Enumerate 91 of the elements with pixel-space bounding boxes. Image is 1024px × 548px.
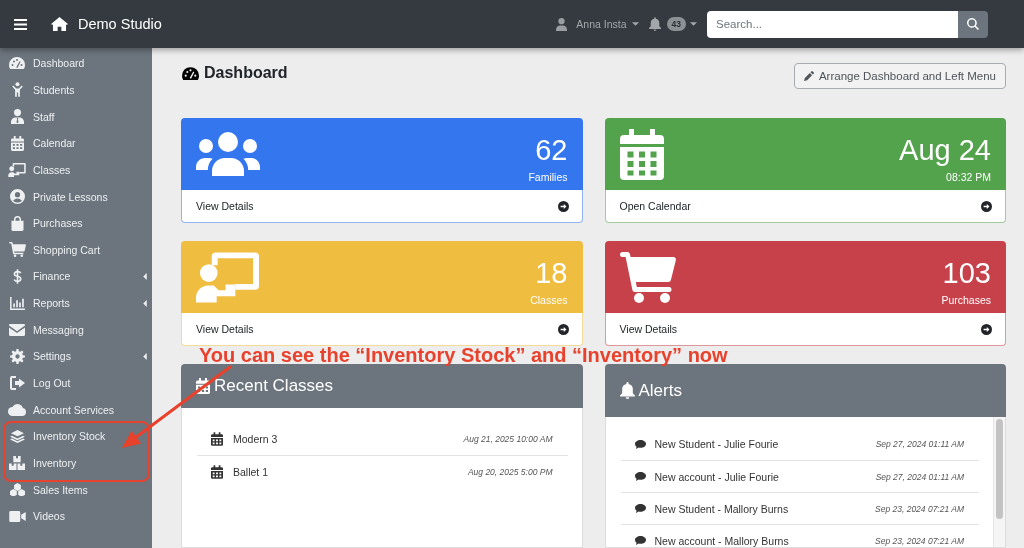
sidebar-item[interactable]: Account Services [0, 396, 117, 423]
user-menu-link[interactable]: Anna Insta [576, 18, 639, 30]
layers-icon [9, 429, 25, 443]
cloud-icon [8, 403, 26, 416]
sidebar-item[interactable]: Private Lessons [0, 183, 110, 210]
card-footer-link[interactable]: View Details [604, 313, 1006, 346]
stat-value: Aug 24 [899, 133, 991, 167]
caret-icon [631, 22, 639, 26]
calendar-icon [196, 378, 210, 394]
dollar-icon [12, 268, 22, 284]
sidebar-item[interactable]: Videos [0, 502, 67, 530]
stat-label: Families [528, 171, 568, 184]
card-footer-link[interactable]: View Details [181, 190, 583, 223]
calendar-icon [10, 135, 24, 151]
card-footer-link[interactable]: Open Calendar [604, 190, 1006, 223]
bar-chart-icon [9, 296, 25, 310]
card-footer-link[interactable]: View Details [181, 313, 583, 346]
class-name: Ballet 1 [233, 466, 269, 478]
teacher-board-icon [8, 162, 26, 177]
envelope-icon [9, 323, 25, 336]
hexagons-icon [9, 482, 25, 497]
comment-icon [634, 536, 646, 545]
cart-icon [619, 251, 676, 303]
sidebar-item[interactable]: Staff [0, 103, 57, 130]
alert-text: New Student - Mallory Burns [654, 502, 789, 515]
sign-out-icon [9, 376, 25, 390]
stat-value: 62 [535, 133, 568, 167]
comment-icon [634, 472, 646, 481]
page-title: Dashboard [204, 64, 288, 82]
shopping-bag-icon [10, 215, 24, 231]
users-icon [196, 132, 260, 176]
alert-time: Sep 27, 2024 01:11 AM [874, 439, 964, 449]
sidebar-item[interactable]: Dashboard [0, 50, 87, 77]
sidebar-item[interactable]: Inventory [0, 449, 79, 477]
sidebar-item[interactable]: Inventory Stock [0, 422, 108, 450]
sidebar-item[interactable]: Sales Items [0, 476, 90, 503]
search-button[interactable] [958, 10, 988, 38]
home-icon[interactable] [51, 17, 68, 31]
search-icon [967, 18, 979, 30]
class-time: Aug 21, 2025 10:00 AM [462, 433, 553, 444]
sidebar-item[interactable]: Settings [0, 343, 152, 370]
bell-icon[interactable] [648, 17, 661, 31]
scrollbar-thumb[interactable] [996, 419, 1003, 519]
calendar-icon [211, 431, 223, 446]
teacher-board-icon [196, 251, 259, 303]
alert-time: Sep 23, 2024 07:21 AM [874, 535, 964, 546]
alert-time: Sep 23, 2024 07:21 AM [874, 503, 964, 514]
user-icon [556, 17, 568, 31]
comment-icon [634, 439, 646, 449]
sidebar-item[interactable]: Reports [0, 289, 152, 317]
sidebar-item[interactable]: Shopping Cart [0, 236, 103, 264]
bell-icon [619, 382, 635, 399]
alert-text: New account - Mallory Burns [654, 534, 789, 547]
gear-icon [9, 348, 25, 364]
sidebar-item[interactable]: Calendar [0, 129, 78, 157]
person-arms-up-icon [11, 82, 23, 98]
sidebar-item[interactable]: Purchases [0, 209, 85, 237]
stat-label: Purchases [941, 294, 991, 307]
panel-title: Alerts [638, 380, 682, 401]
stat-label: 08:32 PM [946, 171, 991, 184]
arrange-button[interactable]: Arrange Dashboard and Left Menu [793, 63, 1006, 89]
sidebar-item[interactable]: Log Out [0, 369, 73, 397]
panel-title: Recent Classes [214, 376, 334, 396]
sidebar-item[interactable]: Messaging [0, 316, 86, 344]
caret-icon [690, 22, 697, 26]
stat-value: 18 [535, 256, 568, 290]
person-tie-icon [10, 109, 24, 125]
cart-icon [8, 242, 26, 258]
search-field[interactable]: Search... [707, 10, 958, 38]
sidebar-item[interactable]: Finance [0, 263, 152, 290]
comment-icon [634, 504, 646, 513]
sidebar-item[interactable]: Classes [0, 156, 73, 184]
calendar-icon [619, 128, 664, 180]
notification-count: 43 [666, 17, 686, 31]
sidebar-item[interactable]: Students [0, 76, 77, 104]
pencil-icon [803, 71, 814, 81]
brand-link[interactable]: Demo Studio [78, 16, 162, 32]
alert-text: New account - Julie Fourie [654, 470, 779, 483]
gauge-icon [9, 57, 25, 70]
class-name: Modern 3 [233, 432, 278, 445]
alert-time: Sep 27, 2024 01:11 AM [874, 471, 964, 482]
annotation-text: You can see the “Inventory Stock” and “Inventory” now [199, 346, 728, 364]
calendar-icon [211, 465, 223, 479]
video-camera-icon [8, 510, 26, 522]
stat-value: 103 [942, 256, 991, 290]
class-time: Aug 20, 2025 5:00 PM [466, 467, 553, 477]
alert-text: New Student - Julie Fourie [654, 438, 779, 450]
gauge-icon [182, 66, 199, 80]
boxes-icon [9, 455, 25, 470]
stat-label: Classes [530, 294, 568, 307]
menu-icon[interactable] [14, 18, 27, 30]
